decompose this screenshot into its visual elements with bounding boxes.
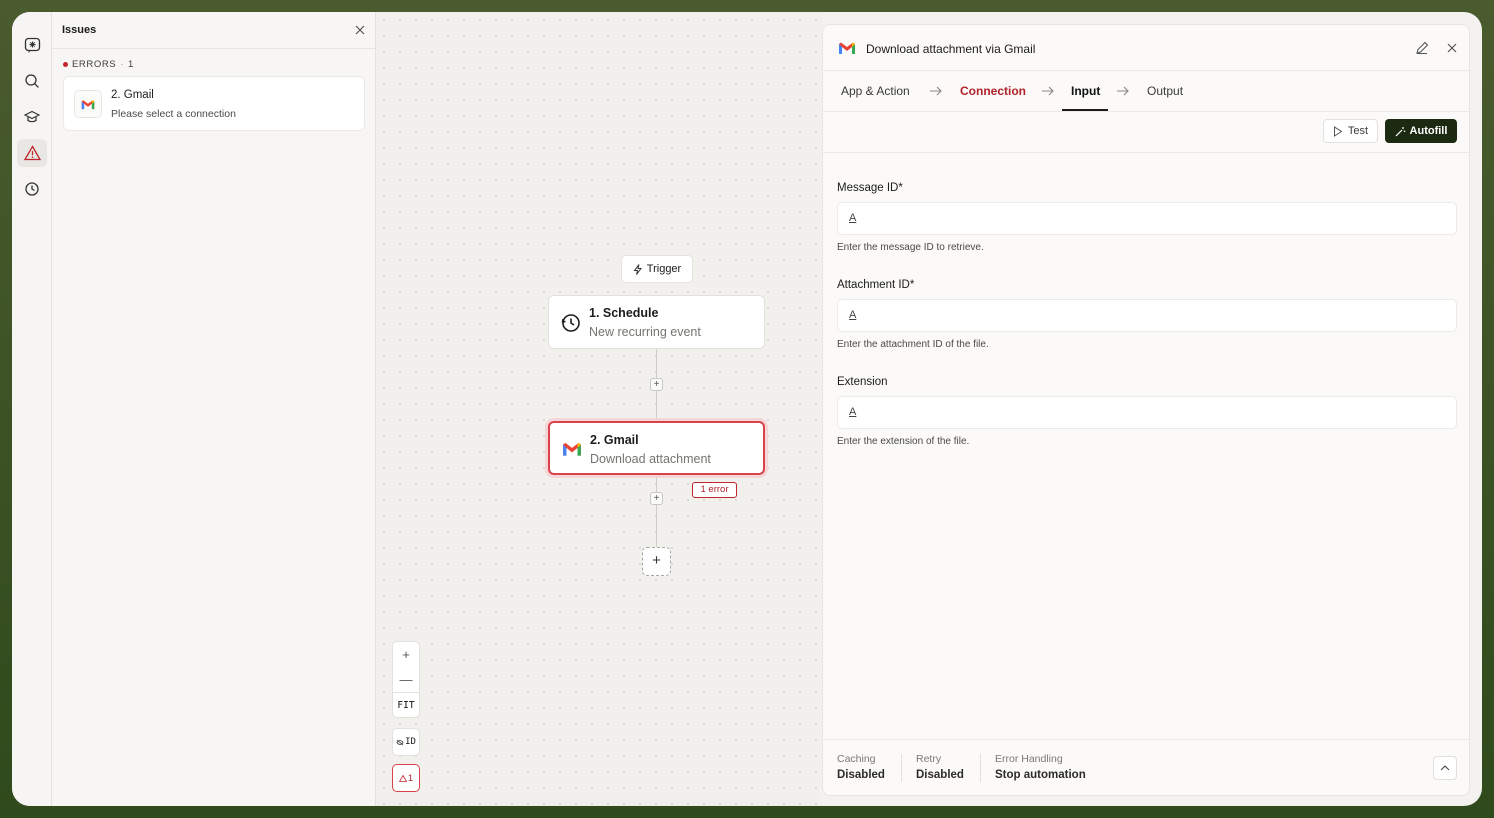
tab-connection[interactable]: Connection	[960, 84, 1026, 98]
gmail-logo-icon	[563, 442, 581, 456]
rail-issues[interactable]	[17, 139, 47, 167]
field-help: Enter the message ID to retrieve.	[837, 242, 984, 253]
text-type-icon: A	[849, 406, 857, 418]
test-label: Test	[1347, 125, 1369, 137]
graduation-cap-icon	[24, 110, 40, 123]
node-error-badge[interactable]: 1 error	[692, 482, 737, 498]
node-schedule[interactable]: 1. Schedule New recurring event	[548, 295, 765, 349]
field-label: Message ID*	[837, 182, 903, 194]
expand-footer-button[interactable]	[1433, 756, 1457, 780]
errors-count: 1	[128, 59, 134, 70]
tab-app-action[interactable]: App & Action	[841, 84, 910, 98]
trigger-label: Trigger	[621, 255, 693, 283]
gmail-logo-icon	[74, 90, 102, 118]
node-gmail[interactable]: 2. Gmail Download attachment	[548, 421, 765, 475]
eye-off-icon	[396, 739, 404, 745]
zoom-out-button[interactable]: —	[393, 667, 419, 692]
divider	[980, 754, 981, 782]
left-rail	[12, 12, 52, 806]
zoom-in-button[interactable]: +	[393, 642, 419, 667]
warning-icon	[23, 145, 41, 161]
caching-setting[interactable]: Caching Disabled	[837, 753, 885, 781]
sparkle-chat-icon	[24, 37, 40, 53]
close-icon[interactable]	[1445, 41, 1459, 55]
node-subtitle: Download attachment	[590, 452, 711, 466]
panel-title: Download attachment via Gmail	[866, 42, 1036, 56]
attachment-id-input[interactable]: A	[837, 299, 1457, 332]
gmail-logo-icon	[839, 42, 855, 54]
play-icon	[1333, 125, 1343, 137]
rail-assistant[interactable]	[17, 31, 47, 59]
issues-title: Issues	[52, 12, 375, 49]
arrow-right-icon	[1042, 86, 1054, 96]
warning-icon	[398, 774, 407, 782]
step-tabs: App & Action Connection Input Output	[823, 71, 1469, 112]
add-step-button[interactable]: +	[650, 378, 663, 391]
chevron-up-icon	[1440, 765, 1450, 771]
add-step-button[interactable]: +	[650, 492, 663, 505]
text-type-icon: A	[849, 309, 857, 321]
rail-search[interactable]	[17, 67, 47, 95]
autofill-label: Autofill	[1409, 125, 1448, 137]
message-id-input[interactable]: A	[837, 202, 1457, 235]
errors-separator: ·	[120, 59, 125, 70]
error-handling-value: Stop automation	[995, 769, 1086, 781]
panel-footer: Caching Disabled Retry Disabled Error Ha…	[823, 739, 1469, 795]
workflow-canvas[interactable]: Trigger 1. Schedule New recurring event …	[376, 12, 822, 806]
panel-toolbar: Test Autofill	[823, 112, 1469, 153]
node-subtitle: New recurring event	[589, 325, 701, 339]
add-node-button[interactable]: +	[642, 547, 671, 576]
toggle-id-label: ID	[405, 737, 416, 747]
panel-header: Download attachment via Gmail	[823, 25, 1469, 71]
tab-output[interactable]: Output	[1147, 84, 1183, 98]
search-icon	[25, 74, 39, 88]
close-icon[interactable]	[353, 23, 367, 37]
field-help: Enter the attachment ID of the file.	[837, 339, 989, 350]
issue-item[interactable]: 2. Gmail Please select a connection	[63, 76, 365, 131]
field-help: Enter the extension of the file.	[837, 436, 970, 447]
app-window: Issues ERRORS · 1 2. Gmail Please select…	[12, 12, 1482, 806]
autofill-button[interactable]: Autofill	[1385, 119, 1457, 143]
fit-view-button[interactable]: FIT	[393, 692, 419, 717]
tab-input[interactable]: Input	[1071, 84, 1100, 98]
rail-learn[interactable]	[17, 103, 47, 131]
history-icon	[25, 182, 39, 196]
errors-label: ERRORS	[72, 59, 117, 70]
trigger-text: Trigger	[646, 263, 682, 275]
arrow-right-icon	[1117, 86, 1129, 96]
issue-title: 2. Gmail	[111, 89, 154, 101]
issue-subtitle: Please select a connection	[111, 108, 236, 120]
error-dot-icon	[63, 62, 68, 67]
magic-wand-icon	[1395, 126, 1405, 136]
schedule-clock-icon	[561, 314, 580, 332]
error-handling-setting[interactable]: Error Handling Stop automation	[995, 753, 1086, 781]
lightning-icon	[633, 263, 642, 275]
error-handling-label: Error Handling	[995, 753, 1063, 765]
divider	[901, 754, 902, 782]
arrow-right-icon	[930, 86, 942, 96]
edit-pencil-icon[interactable]	[1414, 40, 1430, 56]
errors-count-button[interactable]: 1	[392, 764, 420, 792]
test-button[interactable]: Test	[1323, 119, 1378, 143]
toggle-id-button[interactable]: ID	[392, 728, 420, 756]
zoom-controls: + — FIT	[392, 641, 420, 718]
issues-panel: Issues ERRORS · 1 2. Gmail Please select…	[52, 12, 376, 806]
caching-label: Caching	[837, 753, 876, 765]
active-tab-indicator	[1062, 109, 1108, 111]
rail-history[interactable]	[17, 175, 47, 203]
retry-label: Retry	[916, 753, 942, 765]
step-detail-panel: Download attachment via Gmail App & Acti…	[822, 24, 1470, 796]
retry-value: Disabled	[916, 769, 964, 781]
connector-line	[656, 477, 657, 547]
field-label: Extension	[837, 376, 888, 388]
field-label: Attachment ID*	[837, 279, 915, 291]
caching-value: Disabled	[837, 769, 885, 781]
errors-section-label: ERRORS · 1	[63, 59, 134, 70]
node-title: 1. Schedule	[589, 306, 659, 320]
node-title: 2. Gmail	[590, 433, 639, 447]
extension-input[interactable]: A	[837, 396, 1457, 429]
retry-setting[interactable]: Retry Disabled	[916, 753, 964, 781]
text-type-icon: A	[849, 212, 857, 224]
errors-count-label: 1	[407, 772, 414, 784]
